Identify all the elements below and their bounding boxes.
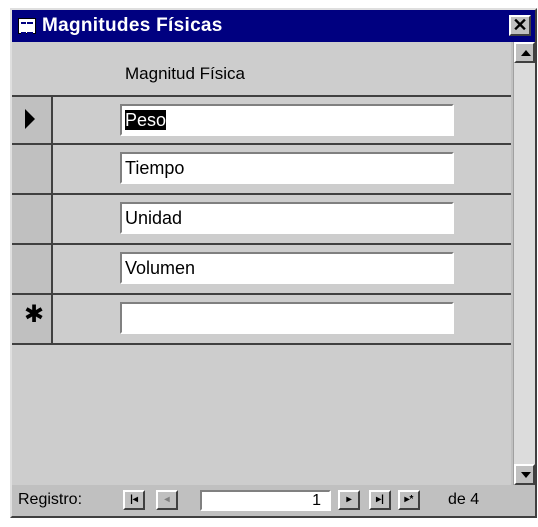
arrow-down-icon: [521, 472, 531, 478]
magnitud-field[interactable]: Peso: [120, 104, 454, 136]
first-record-button[interactable]: |◂: [123, 490, 145, 510]
close-icon: ✕: [512, 15, 528, 35]
magnitud-field[interactable]: [120, 302, 454, 334]
record-selector[interactable]: [12, 245, 53, 293]
navigation-bar: Registro: |◂ ◂ 1 ▸ ▸| ▸* de 4: [12, 485, 535, 516]
record-selector[interactable]: ✱: [12, 295, 53, 343]
current-record-icon: [25, 109, 35, 129]
magnitud-field[interactable]: Tiempo: [120, 152, 454, 184]
new-record-icon: ✱: [24, 301, 45, 328]
magnitud-field[interactable]: Unidad: [120, 202, 454, 234]
record-row: Tiempo: [12, 145, 511, 195]
previous-record-icon: ◂: [164, 494, 170, 505]
record-list: Peso Tiempo Unidad Volumen ✱: [12, 95, 511, 345]
next-record-button[interactable]: ▸: [338, 490, 360, 510]
scroll-down-button[interactable]: [514, 464, 535, 485]
form-detail: Magnitud Física Peso Tiempo Unidad Volum…: [12, 42, 511, 485]
magnitud-field[interactable]: Volumen: [120, 252, 454, 284]
new-record-nav-icon: ▸*: [404, 494, 414, 505]
form-window: Magnitudes Físicas ✕ Magnitud Física Pes…: [10, 8, 537, 518]
selected-text: Peso: [125, 110, 167, 130]
scroll-up-button[interactable]: [514, 42, 535, 63]
arrow-up-icon: [521, 50, 531, 56]
window-title: Magnitudes Físicas: [42, 15, 223, 36]
form-icon: [18, 18, 36, 34]
close-button[interactable]: ✕: [509, 15, 531, 36]
first-record-icon: |◂: [130, 494, 138, 505]
last-record-icon: ▸|: [376, 494, 384, 505]
title-bar[interactable]: Magnitudes Físicas ✕: [12, 10, 535, 42]
record-row: Unidad: [12, 195, 511, 245]
last-record-button[interactable]: ▸|: [369, 490, 391, 510]
new-record-row: ✱: [12, 295, 511, 345]
record-row: Peso: [12, 95, 511, 145]
record-selector[interactable]: [12, 195, 53, 243]
record-selector[interactable]: [12, 145, 53, 193]
column-header: Magnitud Física: [125, 64, 245, 83]
previous-record-button[interactable]: ◂: [156, 490, 178, 510]
record-count: de 4: [448, 491, 480, 508]
record-label: Registro:: [18, 491, 83, 508]
vertical-scrollbar[interactable]: [513, 42, 535, 485]
record-row: Volumen: [12, 245, 511, 295]
new-record-button[interactable]: ▸*: [398, 490, 420, 510]
record-selector[interactable]: [12, 97, 53, 143]
record-number-input[interactable]: 1: [200, 490, 331, 511]
next-record-icon: ▸: [346, 494, 352, 505]
